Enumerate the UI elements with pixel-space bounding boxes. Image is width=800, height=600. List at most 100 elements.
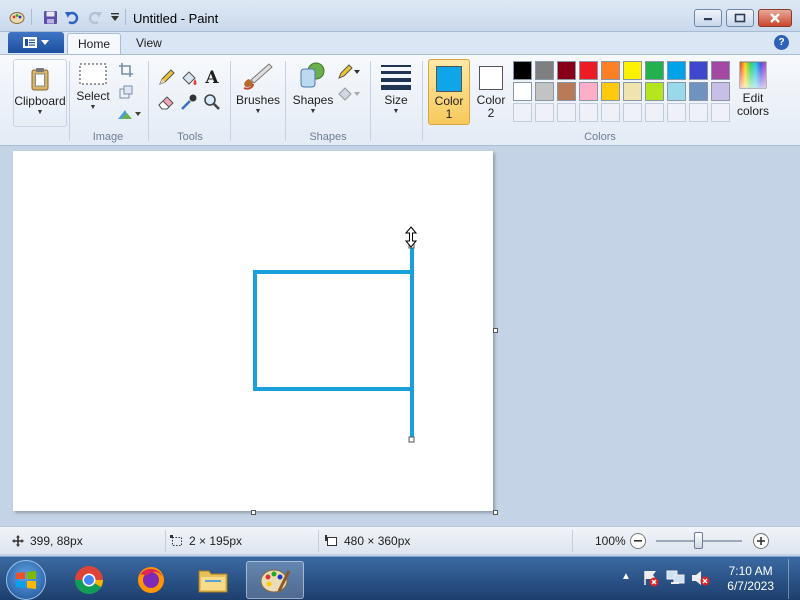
palette-swatch[interactable] [689, 82, 708, 101]
firefox-taskbar-button[interactable] [125, 561, 177, 599]
help-icon[interactable]: ? [774, 35, 789, 50]
paint-taskbar-button[interactable] [246, 561, 304, 599]
system-clock[interactable]: 7:10 AM 6/7/2023 [727, 564, 774, 594]
palette-custom-slot[interactable] [601, 103, 620, 122]
palette-swatch[interactable] [535, 82, 554, 101]
qat-separator [31, 9, 32, 25]
magnifier-icon[interactable] [201, 91, 223, 113]
minimize-button[interactable] [694, 9, 722, 27]
menu-icon [23, 37, 37, 48]
palette-custom-slot[interactable] [557, 103, 576, 122]
chevron-down-icon: ▼ [254, 108, 262, 115]
palette-swatch[interactable] [623, 82, 642, 101]
status-divider [572, 530, 573, 552]
color2-button[interactable]: Color 2 [472, 59, 510, 125]
shapes-button[interactable]: Shapes ▼ [290, 61, 336, 115]
start-button[interactable] [6, 560, 46, 600]
line-handle-bottom[interactable] [408, 436, 415, 443]
action-center-icon[interactable] [642, 569, 660, 590]
zoom-level: 100% [595, 534, 626, 548]
zoom-slider-thumb[interactable] [694, 532, 703, 549]
select-button[interactable]: Select ▼ [74, 61, 112, 111]
palette-swatch[interactable] [667, 82, 686, 101]
palette-custom-slot[interactable] [623, 103, 642, 122]
palette-swatch[interactable] [711, 61, 730, 80]
fill-icon[interactable] [178, 67, 200, 89]
palette-swatch[interactable] [557, 82, 576, 101]
paint-palette-icon [260, 569, 291, 593]
palette-swatch[interactable] [689, 61, 708, 80]
palette-swatch[interactable] [601, 82, 620, 101]
shape-fill-icon[interactable] [336, 83, 362, 105]
palette-swatch[interactable] [513, 82, 532, 101]
shapes-label: Shapes [292, 93, 334, 107]
chrome-taskbar-button[interactable] [63, 561, 115, 599]
selection-size-text: 2 × 195px [189, 534, 243, 548]
resize-icon[interactable] [115, 81, 137, 103]
maximize-button[interactable] [726, 9, 754, 27]
save-icon[interactable] [41, 7, 59, 27]
palette-swatch[interactable] [645, 61, 664, 80]
palette-custom-slot[interactable] [667, 103, 686, 122]
tab-home[interactable]: Home [67, 33, 122, 54]
outline-icon[interactable] [336, 61, 362, 83]
volume-muted-icon[interactable] [690, 569, 710, 590]
palette-swatch[interactable] [711, 82, 730, 101]
brushes-label: Brushes [235, 93, 281, 107]
chevron-down-icon: ▼ [36, 109, 44, 116]
show-desktop-button[interactable] [788, 559, 800, 599]
palette-custom-slot[interactable] [711, 103, 730, 122]
line-size-icon [381, 65, 411, 90]
palette-custom-slot[interactable] [645, 103, 664, 122]
palette-custom-slot[interactable] [689, 103, 708, 122]
palette-custom-slot[interactable] [513, 103, 532, 122]
close-button[interactable] [758, 9, 792, 27]
undo-icon[interactable] [63, 7, 81, 27]
crop-icon[interactable] [115, 59, 137, 81]
edit-colors-button[interactable]: Edit colors [734, 61, 772, 117]
palette-swatch[interactable] [645, 82, 664, 101]
brushes-button[interactable]: Brushes ▼ [235, 61, 281, 115]
image-size: 480 × 360px [325, 534, 410, 548]
canvas-resize-handle-bottom[interactable] [251, 510, 256, 515]
drawing-canvas[interactable] [13, 151, 493, 511]
size-button[interactable]: Size ▼ [375, 61, 417, 115]
network-icon[interactable] [666, 569, 686, 590]
palette-swatch[interactable] [579, 61, 598, 80]
shapes-icon [300, 62, 325, 88]
zoom-out-button[interactable] [630, 533, 646, 549]
palette-swatch[interactable] [601, 61, 620, 80]
color1-button[interactable]: Color 1 [428, 59, 470, 125]
zoom-in-button[interactable] [753, 533, 769, 549]
clipboard-icon [31, 68, 49, 91]
ribbon-tab-row: Home View ? [0, 32, 800, 54]
canvas-workspace [0, 146, 800, 526]
chevron-down-icon: ▼ [89, 104, 97, 111]
customize-qat-icon[interactable] [106, 7, 124, 27]
canvas-resize-handle-corner[interactable] [493, 510, 498, 515]
palette-custom-slot[interactable] [579, 103, 598, 122]
show-hidden-icons-icon[interactable]: ▲ [621, 571, 631, 582]
paint-menu-button[interactable] [8, 32, 64, 53]
explorer-taskbar-button[interactable] [187, 561, 239, 599]
rotate-icon[interactable] [115, 103, 143, 125]
palette-swatch[interactable] [557, 61, 576, 80]
palette-swatch[interactable] [623, 61, 642, 80]
text-icon[interactable]: A [201, 67, 223, 89]
paint-app-icon[interactable] [8, 7, 26, 27]
palette-swatch[interactable] [535, 61, 554, 80]
chevron-down-icon: ▼ [309, 108, 317, 115]
tab-view[interactable]: View [126, 33, 172, 54]
palette-swatch[interactable] [513, 61, 532, 80]
palette-custom-slot[interactable] [535, 103, 554, 122]
group-separator [422, 61, 423, 141]
eraser-icon[interactable] [155, 91, 177, 113]
windows-logo-icon [16, 571, 36, 589]
pencil-icon[interactable] [155, 67, 177, 89]
redo-icon[interactable] [86, 7, 104, 27]
palette-swatch[interactable] [579, 82, 598, 101]
canvas-resize-handle-right[interactable] [493, 328, 498, 333]
clipboard-button[interactable]: Clipboard ▼ [13, 59, 67, 127]
color-picker-icon[interactable] [178, 91, 200, 113]
palette-swatch[interactable] [667, 61, 686, 80]
